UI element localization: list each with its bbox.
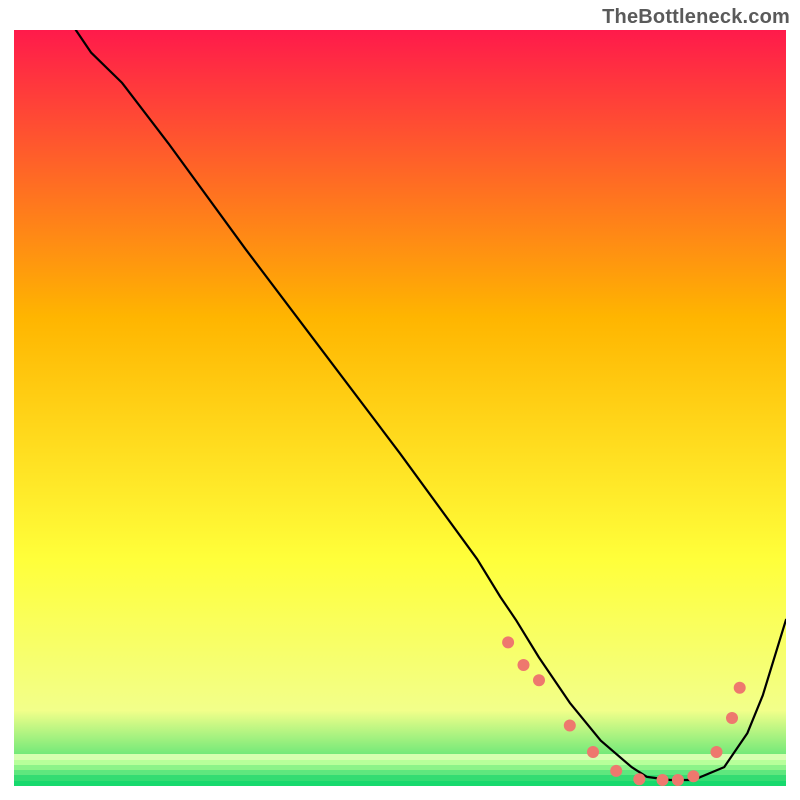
highlight-dot xyxy=(657,774,669,786)
highlight-dot xyxy=(587,746,599,758)
highlight-dot xyxy=(711,746,723,758)
highlight-dot xyxy=(672,774,684,786)
highlight-dot xyxy=(734,682,746,694)
highlight-dot xyxy=(533,674,545,686)
bottleneck-chart xyxy=(0,0,800,800)
bottom-bands xyxy=(14,754,786,786)
highlight-dot xyxy=(518,659,530,671)
highlight-dot xyxy=(564,720,576,732)
plot-gradient xyxy=(14,30,786,786)
highlight-dot xyxy=(633,773,645,785)
watermark-text: TheBottleneck.com xyxy=(602,6,790,29)
chart-stage: TheBottleneck.com xyxy=(0,0,800,800)
highlight-dot xyxy=(502,636,514,648)
highlight-dot xyxy=(726,712,738,724)
highlight-dot xyxy=(610,765,622,777)
highlight-dot xyxy=(687,770,699,782)
